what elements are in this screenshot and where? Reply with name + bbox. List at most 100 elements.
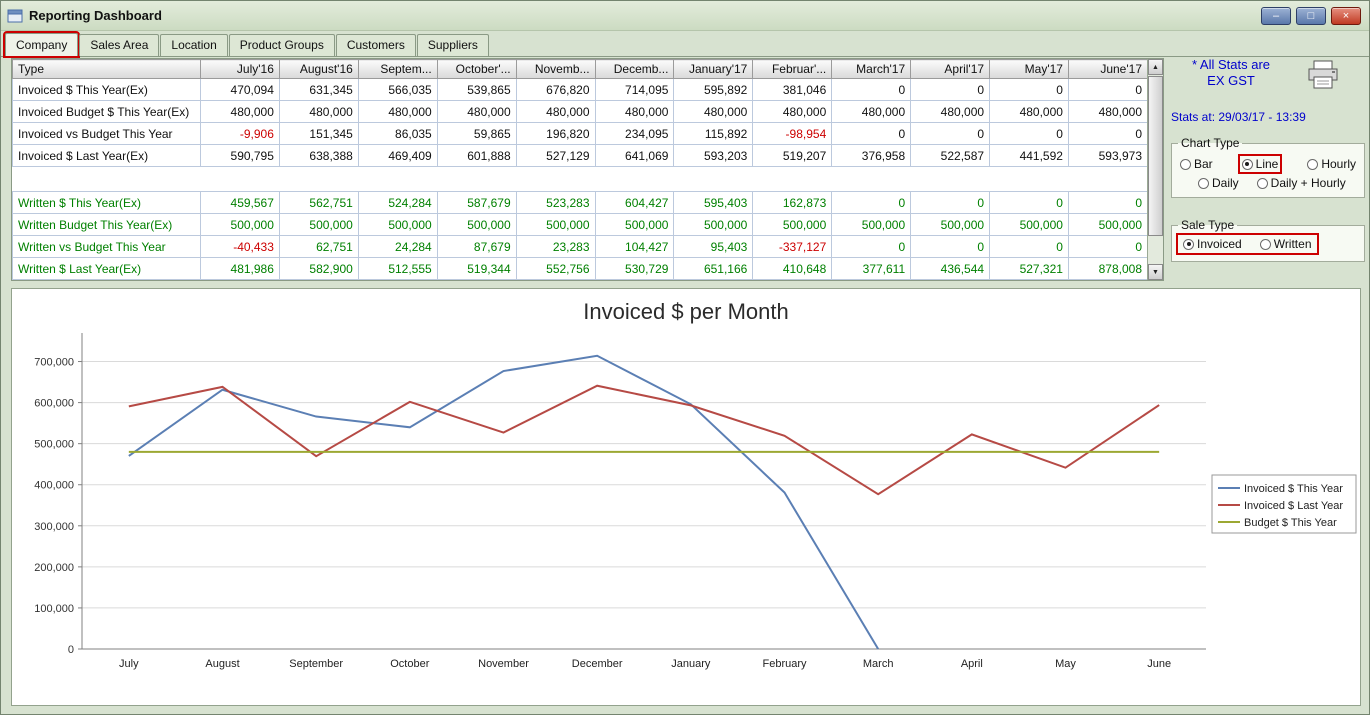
row-label: Written $ Last Year(Ex) [13,258,201,280]
table-row: Invoiced $ Last Year(Ex)590,795638,38846… [13,145,1148,167]
table-row: Invoiced $ This Year(Ex)470,094631,34556… [13,79,1148,101]
column-header[interactable]: Februar'... [753,60,832,79]
table-cell: -337,127 [753,236,832,258]
radio-icon [1183,239,1194,250]
tab-company[interactable]: Company [5,33,78,56]
column-header[interactable]: April'17 [911,60,990,79]
side-panel: * All Stats are EX GST Stats at: 29/03/1… [1171,57,1365,262]
table-cell: 522,587 [911,145,990,167]
table-cell: 59,865 [437,123,516,145]
table-cell [595,167,674,192]
table-cell [674,167,753,192]
column-header[interactable]: Novemb... [516,60,595,79]
row-label: Written Budget This Year(Ex) [13,214,201,236]
legend-label: Invoiced $ This Year [1244,483,1343,495]
table-cell [911,167,990,192]
table-row: Written $ This Year(Ex)459,567562,751524… [13,192,1148,214]
table-cell: 0 [990,192,1069,214]
column-header[interactable]: May'17 [990,60,1069,79]
sale-type-written-radio[interactable]: Written [1258,236,1314,252]
radio-icon [1257,178,1268,189]
table-cell: 0 [911,236,990,258]
row-label: Invoiced $ Last Year(Ex) [13,145,201,167]
table-cell: 595,403 [674,192,753,214]
table-cell: 582,900 [279,258,358,280]
maximize-button[interactable]: □ [1296,7,1326,25]
column-header[interactable]: June'17 [1068,60,1147,79]
table-cell: 0 [911,79,990,101]
chart-type-hourly-radio[interactable]: Hourly [1305,156,1358,172]
column-header[interactable]: March'17 [832,60,911,79]
x-axis-label: July [119,658,139,670]
table-cell: 651,166 [674,258,753,280]
sale-type-invoiced-radio[interactable]: Invoiced [1181,236,1244,252]
table-cell: -98,954 [753,123,832,145]
table-cell: 523,283 [516,192,595,214]
tab-suppliers[interactable]: Suppliers [417,34,489,56]
chart-type-line-radio[interactable]: Line [1240,156,1281,172]
table-cell: 0 [990,79,1069,101]
table-cell: 500,000 [832,214,911,236]
sale-type-group-label: Sale Type [1178,218,1237,232]
table-cell: 481,986 [201,258,280,280]
radio-icon [1180,159,1191,170]
column-header[interactable]: Decemb... [595,60,674,79]
table-cell: 480,000 [358,101,437,123]
table-cell: 539,865 [437,79,516,101]
printer-icon[interactable] [1305,59,1341,96]
title-bar[interactable]: Reporting Dashboard – □ × [1,1,1369,31]
scroll-up-icon[interactable]: ▲ [1148,59,1163,75]
minimize-button[interactable]: – [1261,7,1291,25]
chart-type-daily-radio[interactable]: Daily [1196,175,1241,191]
table-cell: 234,095 [595,123,674,145]
table-cell: 0 [832,79,911,101]
scroll-thumb[interactable] [1148,76,1163,236]
radio-label: Line [1256,157,1279,171]
table-cell [753,167,832,192]
y-axis-tick-label: 0 [68,644,74,656]
chart-type-row-2: Daily Daily + Hourly [1196,175,1358,191]
table-cell: 566,035 [358,79,437,101]
table-cell: 500,000 [279,214,358,236]
column-header[interactable]: August'16 [279,60,358,79]
table-cell: 593,203 [674,145,753,167]
table-cell: 62,751 [279,236,358,258]
radio-icon [1260,239,1271,250]
column-header[interactable]: July'16 [201,60,280,79]
tab-strip: Company Sales Area Location Product Grou… [1,31,1369,57]
column-header[interactable]: January'17 [674,60,753,79]
table-cell: 500,000 [1068,214,1147,236]
column-header[interactable]: October'... [437,60,516,79]
chart-type-daily-hourly-radio[interactable]: Daily + Hourly [1255,175,1348,191]
radio-label: Written [1274,237,1312,251]
table-cell: 86,035 [358,123,437,145]
scroll-down-icon[interactable]: ▼ [1148,264,1163,280]
x-axis-label: October [390,658,429,670]
stats-note: * All Stats are EX GST [1171,57,1365,96]
radio-icon [1198,178,1209,189]
column-header[interactable]: Septem... [358,60,437,79]
y-axis-tick-label: 200,000 [34,562,74,574]
tab-product-groups[interactable]: Product Groups [229,34,335,56]
stats-timestamp: Stats at: 29/03/17 - 13:39 [1171,110,1365,124]
tab-location[interactable]: Location [160,34,227,56]
app-icon [7,9,23,23]
table-row: Written $ Last Year(Ex)481,986582,900512… [13,258,1148,280]
legend-label: Invoiced $ Last Year [1244,500,1343,512]
table-cell: 95,403 [674,236,753,258]
table-vertical-scrollbar[interactable]: ▲ ▼ [1147,59,1163,280]
table-cell: 631,345 [279,79,358,101]
table-cell: 500,000 [201,214,280,236]
table-cell [358,167,437,192]
reporting-dashboard-window: Reporting Dashboard – □ × Company Sales … [0,0,1370,715]
table-cell: 512,555 [358,258,437,280]
table-cell: 480,000 [911,101,990,123]
table-cell: 480,000 [832,101,911,123]
table-cell: 0 [832,236,911,258]
close-button[interactable]: × [1331,7,1361,25]
separator-row [13,167,1148,192]
tab-customers[interactable]: Customers [336,34,416,56]
tab-sales-area[interactable]: Sales Area [79,34,159,56]
chart-type-bar-radio[interactable]: Bar [1178,156,1215,172]
column-header[interactable]: Type [13,60,201,79]
